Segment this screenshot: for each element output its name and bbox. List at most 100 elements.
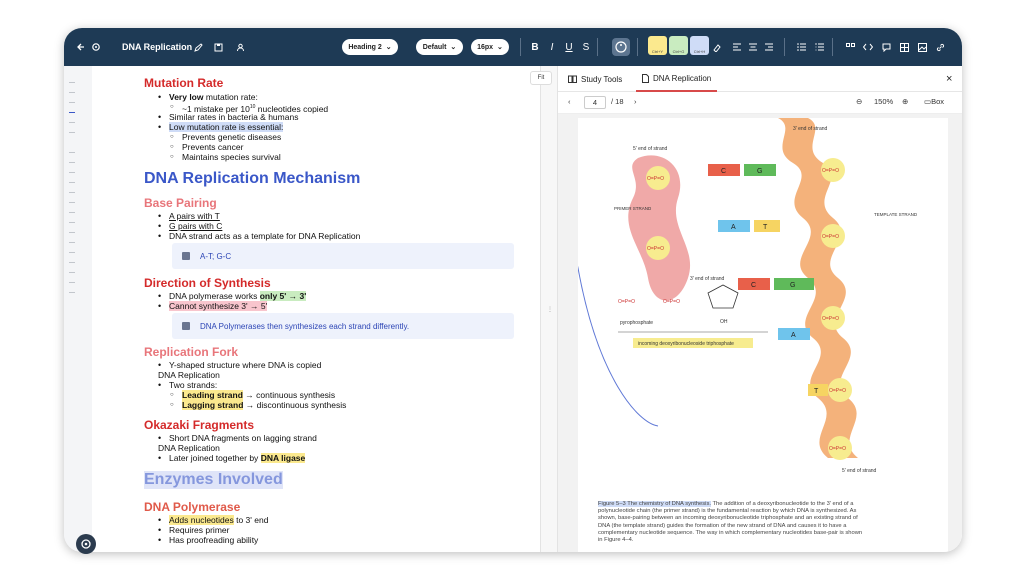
list-item-text: → discontinuous synthesis — [243, 400, 347, 410]
link-icon[interactable] — [934, 28, 946, 66]
caption-highlight: Figure 5–3 The chemistry of DNA synthesi… — [598, 501, 711, 507]
highlighted-text: Leading strand — [182, 390, 243, 400]
highlighted-text: only 5' → 3' — [259, 291, 307, 301]
strikethrough-button[interactable]: S — [581, 28, 591, 66]
bullet-list-icon[interactable] — [796, 28, 806, 66]
list-item[interactable]: Low mutation rate is essential: — [158, 122, 284, 132]
chevron-down-icon: ⌄ — [497, 44, 503, 51]
list-item[interactable]: DNA polymerase works only 5' → 3' — [158, 291, 307, 301]
paragraph[interactable]: DNA Replication — [158, 443, 220, 453]
list-item[interactable]: Prevents cancer — [170, 142, 244, 152]
align-left-icon[interactable] — [732, 28, 742, 66]
list-item[interactable]: Lagging strand → discontinuous synthesis — [170, 400, 347, 410]
save-icon[interactable] — [212, 28, 224, 66]
list-item[interactable]: Short DNA fragments on lagging strand — [158, 433, 317, 443]
list-item[interactable]: Two strands: — [158, 380, 217, 390]
heading-replication-fork[interactable]: Replication Fork — [144, 345, 238, 359]
style-select[interactable]: Heading 2 ⌄ — [342, 39, 398, 55]
heading-base-pairing[interactable]: Base Pairing — [144, 196, 217, 210]
image-icon[interactable] — [916, 28, 928, 66]
base-label: T — [814, 388, 819, 395]
callout-text: A-T; G-C — [200, 251, 232, 261]
list-item[interactable]: Y-shaped structure where DNA is copied — [158, 360, 321, 370]
list-item[interactable]: Requires primer — [158, 525, 230, 535]
callout-base-pairing[interactable]: A-T; G-C — [172, 243, 514, 269]
heading-enzymes[interactable]: Enzymes Involved — [144, 471, 283, 489]
outline-gutter[interactable] — [64, 66, 92, 552]
doc-title[interactable]: DNA Replication — [122, 28, 192, 66]
highlighted-text: DNA ligase — [260, 453, 306, 463]
comment-icon[interactable] — [880, 28, 892, 66]
quote-icon[interactable] — [844, 28, 856, 66]
font-select[interactable]: Default ⌄ — [416, 39, 463, 55]
list-item[interactable]: Leading strand → continuous synthesis — [170, 390, 335, 400]
list-item[interactable]: Adds nucleotides to 3' end — [158, 515, 269, 525]
prev-page-icon[interactable]: ‹ — [568, 97, 571, 106]
heading-okazaki[interactable]: Okazaki Fragments — [144, 418, 254, 432]
user-icon[interactable] — [234, 28, 246, 66]
drag-handle-icon[interactable]: ⋮ — [547, 306, 553, 313]
next-page-icon[interactable]: › — [634, 97, 637, 106]
split-divider[interactable]: ⋮ — [540, 66, 558, 552]
paragraph[interactable]: DNA Replication — [158, 370, 220, 380]
page-number-input[interactable]: 4 — [584, 96, 606, 109]
align-right-icon[interactable] — [764, 28, 774, 66]
table-icon[interactable] — [898, 28, 910, 66]
list-item[interactable]: Has proofreading ability — [158, 535, 258, 545]
list-item[interactable]: Prevents genetic diseases — [170, 132, 281, 142]
settings-icon[interactable] — [89, 28, 103, 66]
figure-label: 3' end of strand — [690, 276, 725, 282]
list-item-text: to 3' end — [233, 515, 269, 525]
italic-button[interactable]: I — [547, 28, 557, 66]
list-item[interactable]: DNA strand acts as a template for DNA Re… — [158, 231, 360, 241]
figure-caption[interactable]: Figure 5–3 The chemistry of DNA synthesi… — [598, 501, 866, 544]
list-item[interactable]: Later joined together by DNA ligase — [158, 453, 306, 463]
list-item[interactable]: Maintains species survival — [170, 152, 281, 162]
tab-dna-replication[interactable]: DNA Replication — [636, 66, 718, 92]
base-label: C — [721, 168, 726, 175]
base-label: T — [763, 224, 768, 231]
list-item[interactable]: A pairs with T — [158, 211, 220, 221]
highlighted-text: Low mutation rate is essential: — [169, 122, 284, 132]
align-center-icon[interactable] — [748, 28, 758, 66]
eraser-icon[interactable] — [710, 28, 722, 66]
heading-dna-polymerase[interactable]: DNA Polymerase — [144, 500, 240, 514]
heading-mutation-rate[interactable]: Mutation Rate — [144, 76, 223, 90]
chevron-down-icon: ⌄ — [450, 44, 457, 51]
palette-button[interactable] — [612, 38, 630, 56]
code-icon[interactable] — [862, 28, 874, 66]
list-item[interactable]: Very low mutation rate: — [158, 92, 258, 102]
divider — [637, 38, 638, 56]
close-icon[interactable]: × — [946, 66, 952, 92]
list-item[interactable]: Cannot synthesize 3' → 5' — [158, 301, 268, 311]
numbered-list-icon[interactable] — [814, 28, 824, 66]
settings-fab[interactable] — [76, 534, 96, 554]
figure-label: PRIMER STRAND — [614, 206, 652, 211]
list-item-text: DNA polymerase works — [169, 291, 260, 301]
callout-direction[interactable]: DNA Polymerases then synthesizes each st… — [172, 313, 514, 339]
zoom-in-icon[interactable]: ⊕ — [902, 97, 908, 106]
base-label: G — [757, 168, 762, 175]
size-select[interactable]: 16px ⌄ — [471, 39, 509, 55]
highlight-green-swatch[interactable]: Ctrl+G — [669, 36, 688, 55]
list-item[interactable]: G pairs with C — [158, 221, 222, 231]
back-icon[interactable] — [74, 28, 88, 66]
pdf-page[interactable]: 3' end of strand 5' end of strand PRIMER… — [487, 72, 948, 552]
highlight-blue-swatch[interactable]: Ctrl+H — [690, 36, 709, 55]
bold-button[interactable]: B — [530, 28, 540, 66]
list-item[interactable]: Similar rates in bacteria & humans — [158, 112, 298, 122]
box-label: Box — [931, 97, 945, 106]
highlighted-text: Lagging strand — [182, 400, 244, 410]
note-editor[interactable]: Mutation Rate Very low mutation rate: ~1… — [92, 66, 540, 552]
highlight-yellow-swatch[interactable]: Ctrl+Y — [648, 36, 667, 55]
heading-replication-mechanism[interactable]: DNA Replication Mechanism — [144, 170, 360, 188]
base-label: C — [751, 282, 756, 289]
edit-icon[interactable] — [192, 28, 204, 66]
box-select-button[interactable]: ▭Box — [924, 97, 944, 106]
list-item-text: Later joined together by — [169, 453, 261, 463]
tab-study-tools[interactable]: Study Tools — [568, 66, 622, 92]
fit-button[interactable]: Fit — [530, 71, 552, 85]
underline-button[interactable]: U — [564, 28, 574, 66]
zoom-out-icon[interactable]: ⊖ — [856, 97, 862, 106]
heading-direction[interactable]: Direction of Synthesis — [144, 276, 271, 290]
